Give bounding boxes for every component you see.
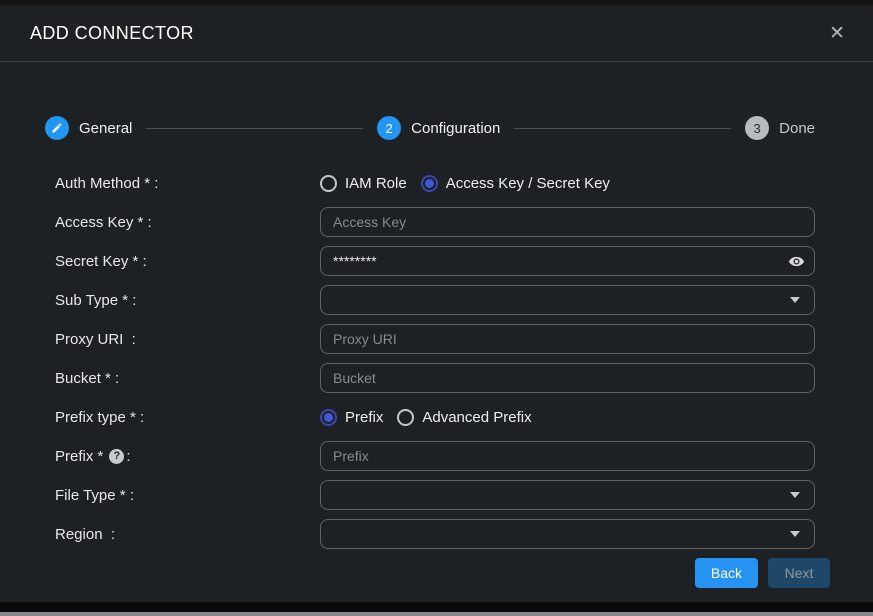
prefix-row: Prefix * ? : <box>55 441 815 471</box>
step-done[interactable]: 3 Done <box>745 116 815 140</box>
region-row: Region : <box>55 519 815 549</box>
step-connector-line <box>146 128 363 129</box>
bucket-input[interactable] <box>320 363 815 393</box>
pencil-icon <box>45 116 69 140</box>
dialog-footer: Back Next <box>0 558 830 588</box>
bucket-row: Bucket * : <box>55 363 815 393</box>
radio-unselected-icon <box>397 409 414 426</box>
chevron-down-icon <box>790 297 800 303</box>
secret-key-row: Secret Key * : <box>55 246 815 276</box>
secret-key-label: Secret Key * : <box>55 253 320 270</box>
dialog-title: ADD CONNECTOR <box>30 23 829 44</box>
dialog-header: ADD CONNECTOR ✕ <box>0 5 873 62</box>
chevron-down-icon <box>790 531 800 537</box>
region-label: Region : <box>55 526 320 543</box>
auth-method-radio-group: IAM Role Access Key / Secret Key <box>320 175 610 192</box>
dialog-body: General 2 Configuration 3 Done Auth Meth… <box>0 62 873 602</box>
step-general-label: General <box>79 120 132 137</box>
radio-selected-icon <box>421 175 438 192</box>
radio-access-key-label: Access Key / Secret Key <box>446 175 610 192</box>
access-key-label: Access Key * : <box>55 214 320 231</box>
radio-iam-role[interactable]: IAM Role <box>320 175 407 192</box>
step-3-badge: 3 <box>745 116 769 140</box>
access-key-input[interactable] <box>320 207 815 237</box>
prefix-input[interactable] <box>320 441 815 471</box>
help-icon[interactable]: ? <box>109 449 124 464</box>
secret-key-input[interactable] <box>320 246 815 276</box>
prefix-label-colon: : <box>126 448 130 465</box>
radio-unselected-icon <box>320 175 337 192</box>
step-configuration-label: Configuration <box>411 120 500 137</box>
file-type-row: File Type * : <box>55 480 815 510</box>
step-general[interactable]: General <box>45 116 132 140</box>
step-done-label: Done <box>779 120 815 137</box>
connector-form: Auth Method * : IAM Role Access Key / Se… <box>55 168 815 549</box>
access-key-row: Access Key * : <box>55 207 815 237</box>
radio-advanced-prefix-label: Advanced Prefix <box>422 409 531 426</box>
auth-method-label: Auth Method * : <box>55 175 320 192</box>
close-icon[interactable]: ✕ <box>829 24 845 43</box>
file-type-select[interactable] <box>320 480 815 510</box>
bottom-dark-edge <box>0 602 873 612</box>
prefix-type-label: Prefix type * : <box>55 409 320 426</box>
back-button[interactable]: Back <box>695 558 758 588</box>
radio-advanced-prefix[interactable]: Advanced Prefix <box>397 409 531 426</box>
chevron-down-icon <box>790 492 800 498</box>
add-connector-dialog: ADD CONNECTOR ✕ General 2 Configuration … <box>0 0 873 616</box>
proxy-uri-input[interactable] <box>320 324 815 354</box>
radio-prefix-label: Prefix <box>345 409 383 426</box>
radio-prefix[interactable]: Prefix <box>320 409 383 426</box>
step-configuration[interactable]: 2 Configuration <box>377 116 500 140</box>
radio-selected-icon <box>320 409 337 426</box>
sub-type-select[interactable] <box>320 285 815 315</box>
sub-type-row: Sub Type * : <box>55 285 815 315</box>
prefix-label-text: Prefix * <box>55 448 103 465</box>
auth-method-row: Auth Method * : IAM Role Access Key / Se… <box>55 168 815 198</box>
sub-type-label: Sub Type * : <box>55 292 320 309</box>
radio-access-key-secret-key[interactable]: Access Key / Secret Key <box>421 175 610 192</box>
proxy-uri-row: Proxy URI : <box>55 324 815 354</box>
radio-iam-role-label: IAM Role <box>345 175 407 192</box>
step-2-badge: 2 <box>377 116 401 140</box>
proxy-uri-label: Proxy URI : <box>55 331 320 348</box>
region-select[interactable] <box>320 519 815 549</box>
next-button[interactable]: Next <box>768 558 830 588</box>
prefix-label: Prefix * ? : <box>55 448 320 465</box>
prefix-type-row: Prefix type * : Prefix Advanced Prefix <box>55 402 815 432</box>
prefix-type-radio-group: Prefix Advanced Prefix <box>320 409 532 426</box>
bottom-light-edge <box>0 612 873 616</box>
step-connector-line <box>514 128 731 129</box>
bucket-label: Bucket * : <box>55 370 320 387</box>
wizard-stepper: General 2 Configuration 3 Done <box>45 116 815 140</box>
eye-icon[interactable] <box>787 252 805 270</box>
file-type-label: File Type * : <box>55 487 320 504</box>
